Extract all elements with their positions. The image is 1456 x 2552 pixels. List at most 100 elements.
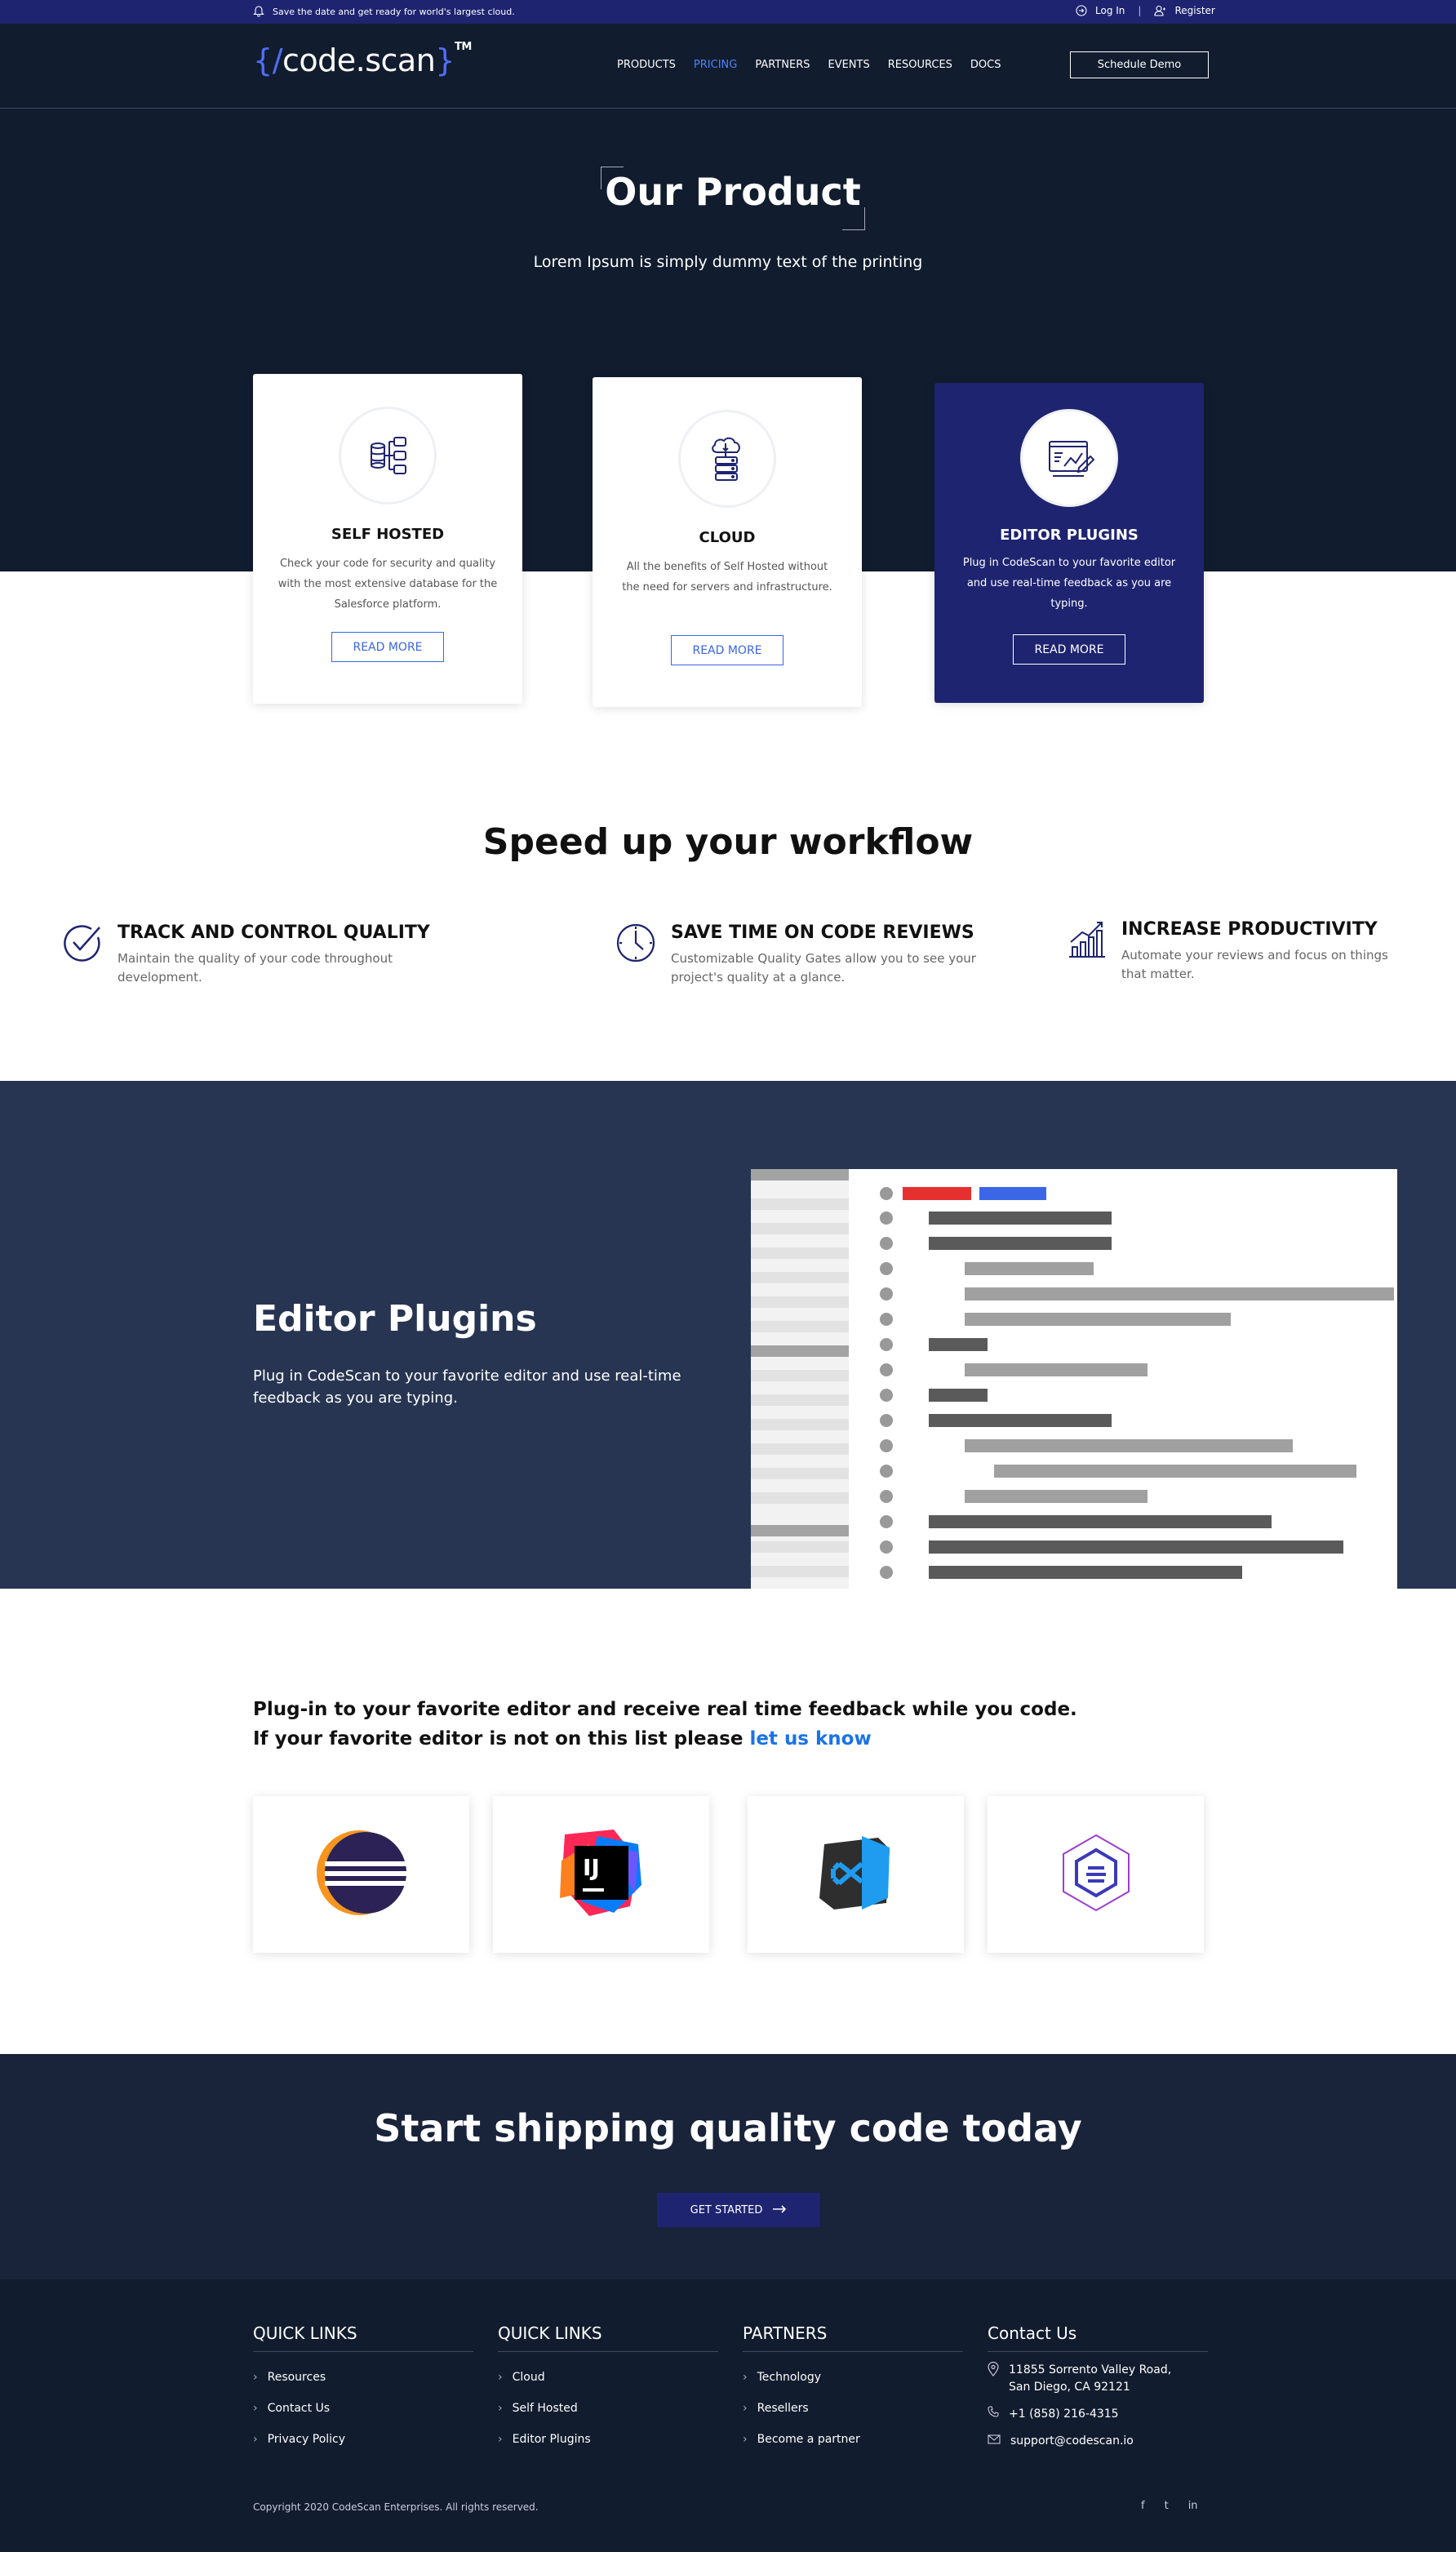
read-more-button[interactable]: READ MORE — [1013, 634, 1125, 665]
footer-link[interactable]: › Self Hosted — [498, 2393, 718, 2424]
register-icon[interactable] — [1154, 5, 1166, 16]
bell-icon — [253, 6, 264, 17]
card-description: Check your code for security and quality… — [277, 558, 498, 611]
footer — [0, 2279, 1456, 2552]
editor-card-vscode[interactable] — [748, 1796, 964, 1953]
social-links: f t in — [1141, 2500, 1198, 2512]
chevron-right-icon: › — [498, 2433, 503, 2446]
read-more-button[interactable]: READ MORE — [671, 635, 783, 665]
feature-save-time: SAVE TIME ON CODE REVIEWS Customizable Q… — [615, 923, 981, 987]
editor-card-codescan[interactable] — [988, 1796, 1204, 1953]
facebook-icon[interactable]: f — [1141, 2500, 1145, 2512]
announcement-bar: Save the date and get ready for world's … — [0, 0, 1456, 24]
announcement-text: Save the date and get ready for world's … — [273, 6, 515, 17]
feature-productivity: INCREASE PRODUCTIVITY Automate your revi… — [1066, 919, 1391, 984]
cta-section — [0, 2054, 1456, 2279]
footer-phone[interactable]: +1 (858) 216-4315 — [988, 2406, 1208, 2423]
product-card-self-hosted: SELF HOSTED Check your code for security… — [253, 374, 522, 704]
svg-text:IJ: IJ — [583, 1854, 600, 1881]
feature-title: SAVE TIME ON CODE REVIEWS — [671, 923, 974, 943]
footer-address: 11855 Sorrento Valley Road, San Diego, CA… — [988, 2361, 1208, 2396]
page-subtitle: Lorem Ipsum is simply dummy text of the … — [533, 253, 923, 271]
nav-products[interactable]: PRODUCTS — [617, 59, 687, 71]
read-more-button[interactable]: READ MORE — [331, 632, 444, 662]
footer-link[interactable]: › Privacy Policy — [253, 2424, 473, 2455]
nav-partners[interactable]: PARTNERS — [755, 59, 821, 71]
footer-col-quick-links-1: QUICK LINKS › Resources › Contact Us › Priv… — [253, 2323, 473, 2455]
chevron-right-icon: › — [253, 2371, 258, 2384]
let-us-know-link[interactable]: let us know — [749, 1728, 871, 1749]
clock-icon — [615, 923, 656, 987]
plugin-list-intro: Plug-in to your favorite editor and rece… — [253, 1695, 1077, 1754]
feature-title: TRACK AND CONTROL QUALITY — [118, 923, 430, 943]
footer-heading: PARTNERS — [743, 2323, 963, 2352]
footer-link[interactable]: › Resources — [253, 2362, 473, 2393]
footer-col-partners: PARTNERS › Technology › Resellers › Become … — [743, 2323, 963, 2455]
feature-description: Maintain the quality of your code throug… — [118, 951, 393, 985]
codescan-logo[interactable]: {/code.scan}TM — [253, 41, 472, 78]
chevron-right-icon: › — [253, 2402, 258, 2415]
login-icon[interactable] — [1076, 5, 1087, 16]
footer-col-quick-links-2: QUICK LINKS › Cloud › Self Hosted › Editor … — [498, 2323, 718, 2455]
copyright-text: Copyright 2020 CodeScan Enterprises. All… — [253, 2501, 539, 2513]
footer-link[interactable]: › Editor Plugins — [498, 2424, 718, 2455]
editor-chart-icon — [1020, 409, 1118, 507]
feature-title: INCREASE PRODUCTIVITY — [1121, 919, 1378, 940]
schedule-demo-button[interactable]: Schedule Demo — [1070, 51, 1209, 78]
footer-link[interactable]: › Contact Us — [253, 2393, 473, 2424]
workflow-title: Speed up your workflow — [482, 821, 974, 863]
chevron-right-icon: › — [743, 2371, 748, 2384]
chevron-right-icon: › — [743, 2433, 748, 2446]
codescan-hexagon-logo-icon — [1055, 1832, 1137, 1917]
feature-description: Customizable Quality Gates allow you to … — [671, 951, 976, 985]
nav-pricing[interactable]: PRICING — [694, 59, 748, 71]
nav-docs[interactable]: DOCS — [970, 59, 1013, 71]
card-title: EDITOR PLUGINS — [1000, 527, 1139, 544]
card-description: All the benefits of Self Hosted without … — [622, 561, 832, 594]
chevron-right-icon: › — [498, 2371, 503, 2384]
chevron-right-icon: › — [498, 2402, 503, 2415]
card-title: SELF HOSTED — [331, 526, 445, 543]
arrow-right-icon — [772, 2204, 787, 2216]
get-started-label: GET STARTED — [690, 2203, 763, 2216]
growth-chart-icon — [1066, 919, 1107, 984]
footer-heading: QUICK LINKS — [498, 2323, 718, 2352]
footer-link[interactable]: › Resellers — [743, 2393, 963, 2424]
envelope-icon — [988, 2433, 1001, 2450]
nav-resources[interactable]: RESOURCES — [888, 59, 964, 71]
cta-title: Start shipping quality code today — [374, 2106, 1082, 2150]
chevron-right-icon: › — [253, 2433, 258, 2446]
feature-description: Automate your reviews and focus on thing… — [1121, 948, 1388, 981]
product-card-cloud: CLOUD All the benefits of Self Hosted wi… — [593, 377, 862, 707]
server-hierarchy-icon — [339, 407, 437, 505]
eclipse-logo-icon — [316, 1828, 406, 1921]
footer-heading: Contact Us — [988, 2323, 1208, 2352]
footer-link[interactable]: › Become a partner — [743, 2424, 963, 2455]
register-link[interactable]: Register — [1174, 5, 1214, 16]
vscode-logo-icon — [811, 1828, 901, 1921]
footer-link[interactable]: › Technology — [743, 2362, 963, 2393]
plugin-intro-line1: Plug-in to your favorite editor and rece… — [253, 1699, 1077, 1720]
header-divider — [0, 108, 1456, 109]
login-link[interactable]: Log In — [1095, 5, 1125, 16]
footer-email[interactable]: support@codescan.io — [988, 2433, 1208, 2450]
get-started-button[interactable]: GET STARTED — [657, 2193, 820, 2227]
check-circle-icon — [62, 923, 103, 987]
page-title: Our Product — [605, 170, 861, 214]
nav-events[interactable]: EVENTS — [828, 59, 881, 71]
card-title: CLOUD — [699, 529, 756, 546]
footer-col-contact: Contact Us 11855 Sorrento Valley Road, Sa… — [988, 2323, 1208, 2460]
editor-plugins-title: Editor Plugins — [253, 1298, 537, 1340]
editor-card-intellij[interactable]: IJ — [493, 1796, 709, 1953]
footer-link[interactable]: › Cloud — [498, 2362, 718, 2393]
map-pin-icon — [988, 2361, 999, 2382]
main-nav: PRODUCTS PRICING PARTNERS EVENTS RESOURC… — [617, 59, 1013, 71]
editor-card-eclipse[interactable] — [253, 1796, 469, 1953]
feature-track-quality: TRACK AND CONTROL QUALITY Maintain the q… — [62, 923, 430, 987]
footer-heading: QUICK LINKS — [253, 2323, 473, 2352]
intellij-logo-icon: IJ — [557, 1828, 646, 1921]
twitter-icon[interactable]: t — [1165, 2500, 1169, 2512]
linkedin-icon[interactable]: in — [1188, 2500, 1198, 2512]
phone-icon — [988, 2406, 999, 2423]
product-card-editor-plugins: EDITOR PLUGINS Plug in CodeScan to your … — [934, 383, 1204, 703]
